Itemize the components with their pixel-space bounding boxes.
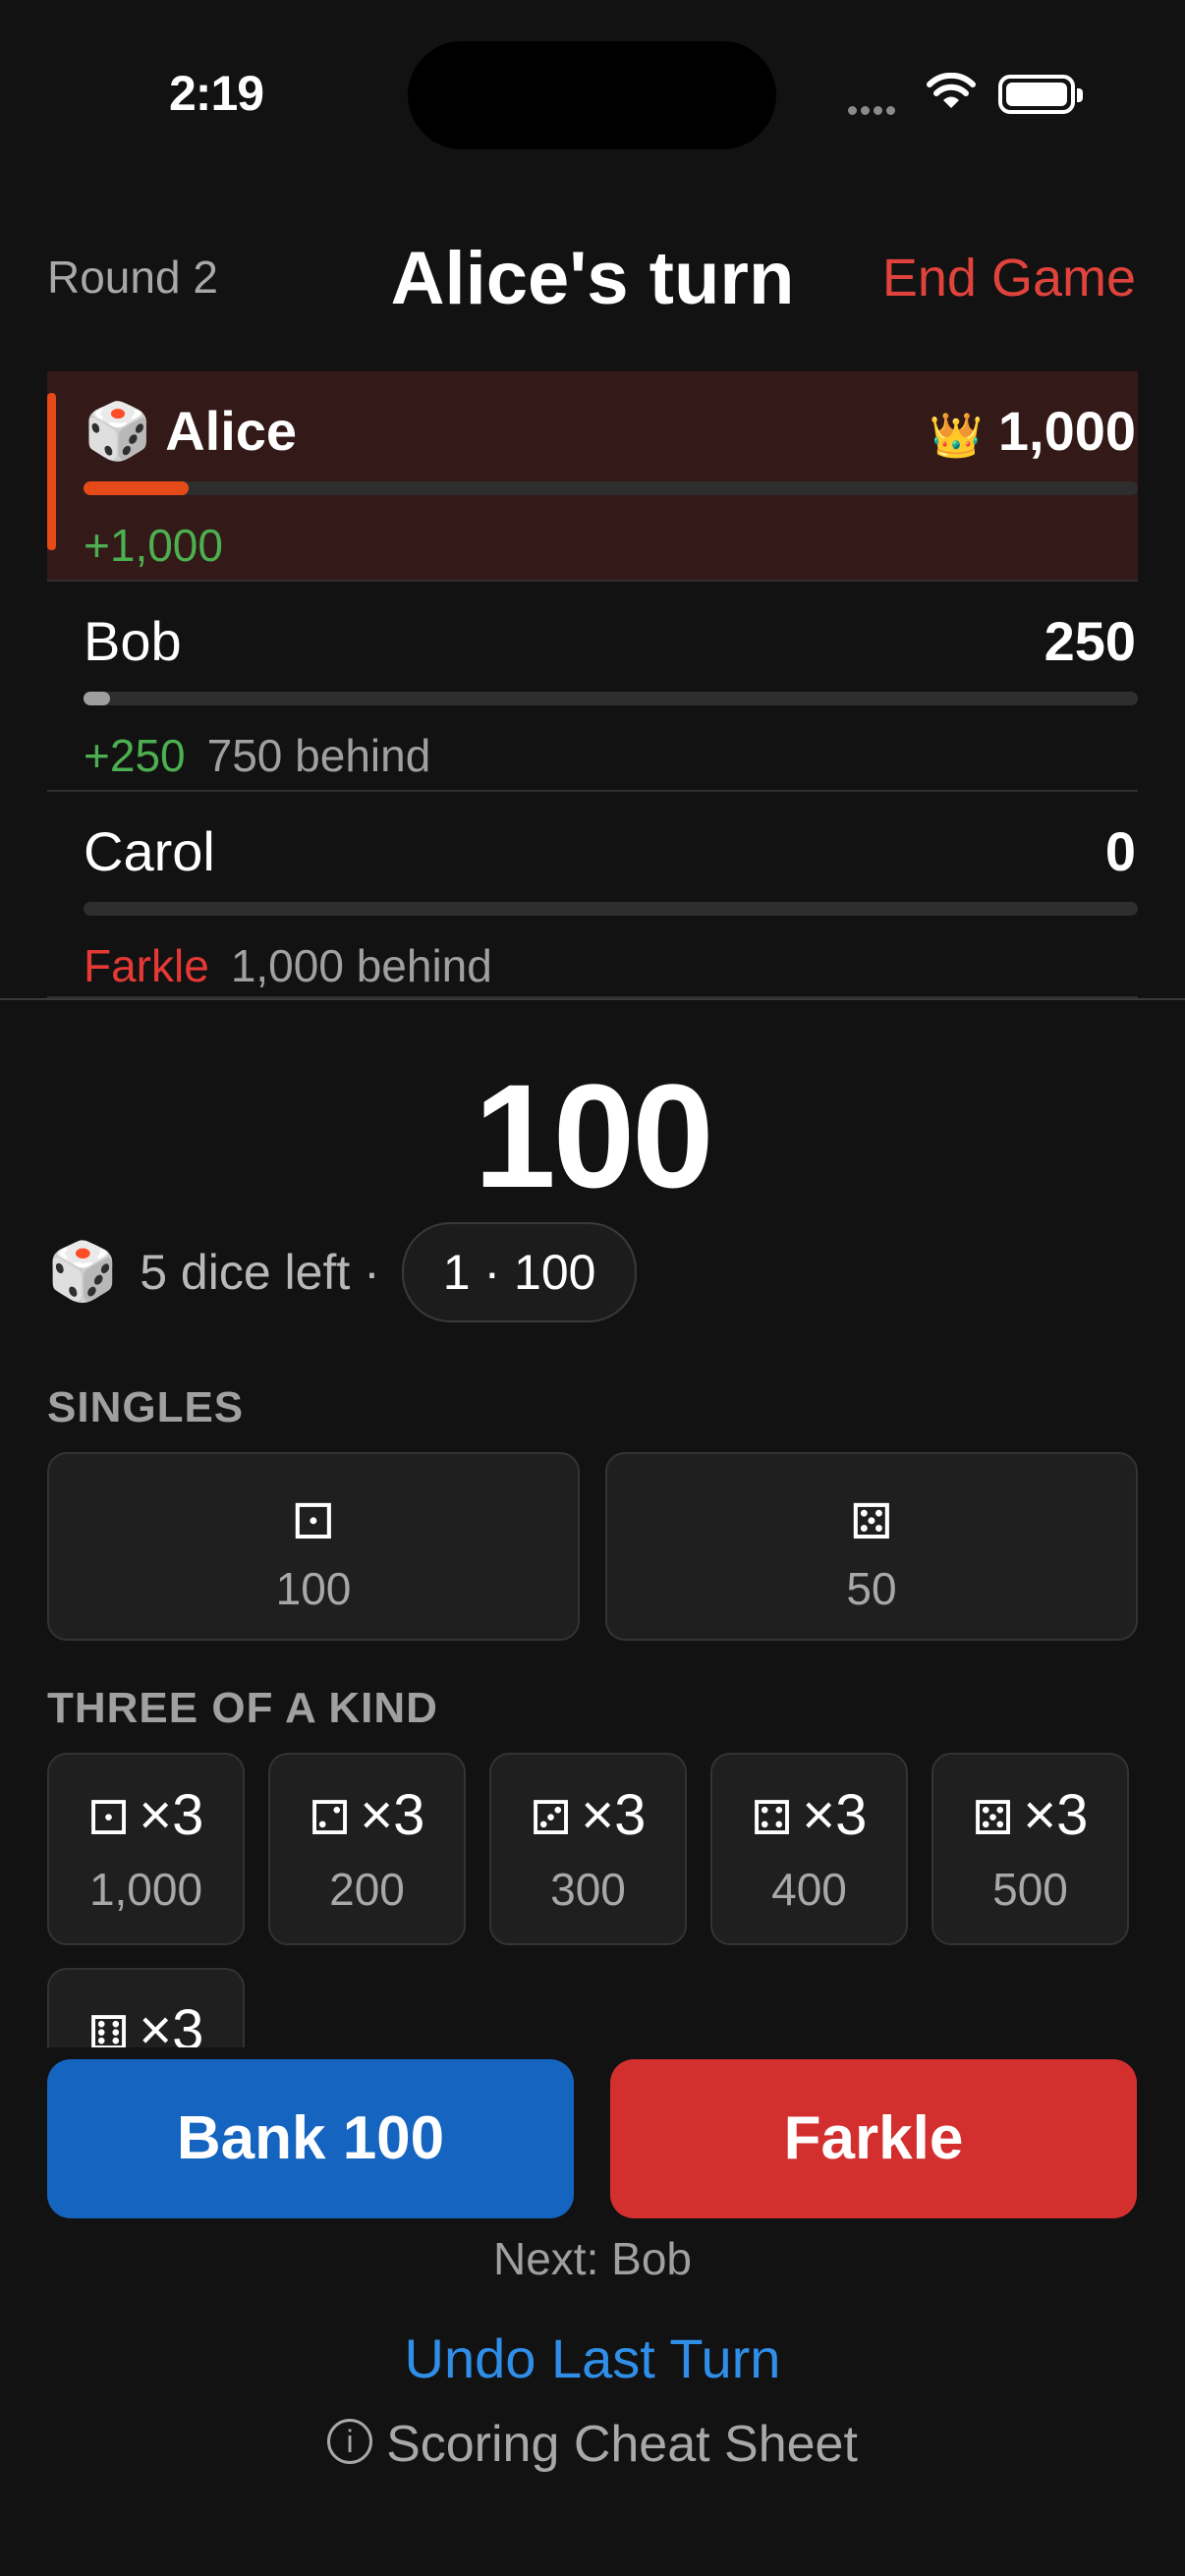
die-six-icon: ⚅ xyxy=(87,2008,130,2047)
dice-left-label: 5 dice left · xyxy=(140,1245,380,1300)
points-behind: 1,000 behind xyxy=(230,940,492,991)
tile-value: 400 xyxy=(771,1864,847,1915)
player-row-alice: 🎲 Alice 👑 1,000 +1,000 xyxy=(47,371,1138,581)
active-player-indicator xyxy=(47,393,56,550)
score-progress-track xyxy=(84,692,1138,705)
die-two-icon: ⚁ xyxy=(309,1793,351,1845)
die-one-icon: ⚀ xyxy=(87,1793,130,1845)
next-player-label: Next: Bob xyxy=(493,2233,692,2284)
player-meta: Farkle 1,000 behind xyxy=(84,939,492,992)
single-one-tile[interactable]: ⚀ 100 xyxy=(47,1452,580,1641)
player-meta: +1,000 xyxy=(84,519,223,572)
points-behind: 750 behind xyxy=(206,730,431,781)
end-game-button[interactable]: End Game xyxy=(882,248,1136,308)
dice-icon: 🎲 xyxy=(84,400,152,462)
info-icon: i xyxy=(327,2419,373,2465)
die-one-icon: ⚀ xyxy=(292,1494,335,1549)
score-change: +1,000 xyxy=(84,520,223,571)
die-five-icon: ⚄ xyxy=(850,1494,893,1549)
crown-icon: 👑 xyxy=(929,412,984,460)
cheat-sheet-label: Scoring Cheat Sheet xyxy=(386,2416,858,2473)
tile-value: 50 xyxy=(846,1563,897,1614)
triple-twos-tile[interactable]: ⚁ ×3 200 xyxy=(268,1753,466,1945)
farkle-button[interactable]: Farkle xyxy=(610,2059,1137,2218)
player-row-bob: Bob 250 +250 750 behind xyxy=(47,582,1138,791)
player-row-carol: Carol 0 Farkle 1,000 behind xyxy=(47,792,1138,1001)
score-change: +250 xyxy=(84,730,186,781)
triple-sixes-tile[interactable]: ⚅ ×3 xyxy=(47,1968,245,2047)
round-label: Round 2 xyxy=(47,252,218,303)
dice-icon: 🎲 xyxy=(47,1240,119,1304)
score-progress-fill xyxy=(84,692,110,705)
section-divider xyxy=(0,998,1185,1000)
score-progress-track xyxy=(84,902,1138,916)
player-score: 250 xyxy=(1044,610,1136,672)
score-change: Farkle xyxy=(84,940,209,991)
scoring-cheat-sheet-button[interactable]: i Scoring Cheat Sheet xyxy=(0,2415,1185,2474)
tile-value: 200 xyxy=(329,1864,405,1915)
triple-threes-tile[interactable]: ⚂ ×3 300 xyxy=(489,1753,687,1945)
row-divider xyxy=(47,580,1138,582)
row-divider xyxy=(47,790,1138,792)
die-three-icon: ⚂ xyxy=(530,1793,572,1845)
roll-history-pill[interactable]: 1 · 100 xyxy=(401,1222,638,1322)
die-four-icon: ⚃ xyxy=(751,1793,793,1845)
player-score: 👑 1,000 xyxy=(929,400,1137,462)
player-score: 0 xyxy=(1104,820,1136,882)
triple-fours-tile[interactable]: ⚃ ×3 400 xyxy=(710,1753,908,1945)
single-five-tile[interactable]: ⚄ 50 xyxy=(605,1452,1138,1641)
player-name: 🎲 Alice xyxy=(84,400,298,462)
bank-button[interactable]: Bank 100 xyxy=(47,2059,574,2218)
score-progress-fill xyxy=(84,481,190,495)
dice-status-row: 🎲 5 dice left · 1 · 100 xyxy=(47,1222,638,1322)
player-meta: +250 750 behind xyxy=(84,729,430,782)
tile-value: 1,000 xyxy=(88,1864,203,1915)
singles-section-label: SINGLES xyxy=(47,1383,245,1431)
undo-last-turn-button[interactable]: Undo Last Turn xyxy=(0,2326,1185,2390)
score-progress-track xyxy=(84,481,1138,495)
triple-ones-tile[interactable]: ⚀ ×3 1,000 xyxy=(47,1753,245,1945)
turn-score: 100 xyxy=(474,1053,713,1218)
player-name: Bob xyxy=(84,610,182,672)
triple-fives-tile[interactable]: ⚄ ×3 500 xyxy=(931,1753,1129,1945)
tile-value: 100 xyxy=(275,1563,352,1614)
die-five-icon: ⚄ xyxy=(972,1793,1014,1845)
player-name: Carol xyxy=(84,820,215,882)
tile-value: 300 xyxy=(550,1864,626,1915)
three-of-a-kind-section-label: THREE OF A KIND xyxy=(47,1684,438,1732)
tile-value: 500 xyxy=(992,1864,1068,1915)
